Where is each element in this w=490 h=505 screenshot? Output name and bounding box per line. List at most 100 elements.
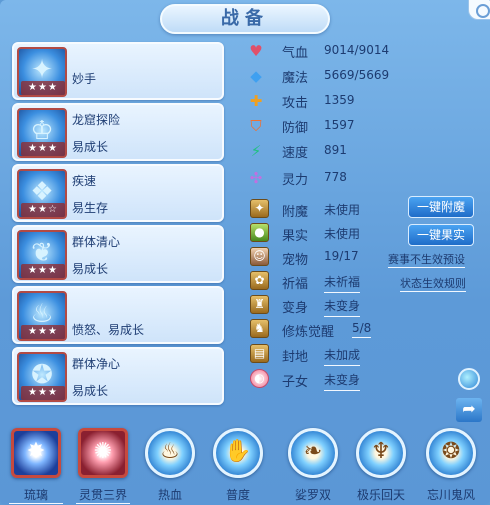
extras-panel: ✦ 附魔 未使用 ● 果实 未使用 ☺ 宠物 19/17 ✿ 祈福 未祈福 ♜ 变身 未变身 ♞ 修炼… <box>246 196 486 398</box>
stat-label: 攻击 <box>282 96 309 111</box>
formation-item[interactable]: ❧ 娑罗双 <box>280 424 346 504</box>
star-rating: ★★★ <box>21 142 65 156</box>
share-icon[interactable]: ➦ <box>456 398 482 422</box>
extra-value: 19/17 <box>324 249 359 263</box>
extra-label: 封地 <box>282 350 309 365</box>
fruit-icon: ● <box>250 223 269 242</box>
extra-row[interactable]: ♜ 变身 未变身 <box>246 294 406 318</box>
skill-name: 群体清心 <box>72 235 121 249</box>
sparkle-icon: ✣ <box>249 169 263 187</box>
formation-name: 琉璃 <box>9 486 63 504</box>
star-rating: ★★★ <box>21 325 65 339</box>
flame-icon: ♨ ★★★ <box>17 291 67 341</box>
extra-row[interactable]: ▤ 封地 未加成 <box>246 343 406 367</box>
guardian-icon: ✪ ★★★ <box>17 352 67 402</box>
skill-card[interactable]: ❖ ★★☆ 疾速 易生存 <box>12 164 224 222</box>
skill-list: ✦ ★★★ 妙手 ♔ ★★★ 龙窟探险 易成长 ❖ ★★☆ 疾速 易生存 ❦ ★★★ 群… <box>12 42 224 412</box>
enchant-icon: ✦ <box>250 199 269 218</box>
pray-icon: ✿ <box>250 271 269 290</box>
formation-item[interactable]: ✋ 普度 <box>205 424 271 504</box>
star-rating: ★★★ <box>21 386 65 400</box>
extra-row[interactable]: ● 果实 未使用 <box>246 222 406 246</box>
extra-row[interactable]: ✿ 祈福 未祈福 <box>246 270 406 294</box>
skill-card[interactable]: ✦ ★★★ 妙手 <box>12 42 224 100</box>
stat-label: 魔法 <box>282 71 309 86</box>
fief-icon: ▤ <box>250 344 269 363</box>
helmet-icon: ♔ ★★★ <box>17 108 67 158</box>
skill-name: 群体净心 <box>72 357 121 371</box>
diamond-icon: ◆ <box>250 67 262 85</box>
dragon-icon: ❦ ★★★ <box>17 230 67 280</box>
extra-label: 祈福 <box>282 277 309 292</box>
formation-icon: ♨ <box>145 428 195 478</box>
stat-value: 891 <box>324 143 347 157</box>
extra-label: 变身 <box>282 301 309 316</box>
skill-card[interactable]: ♨ ★★★ 愤怒、易成长 <box>12 286 224 344</box>
skill-desc: 易成长 <box>72 140 109 154</box>
formation-item[interactable]: ♨ 热血 <box>137 424 203 504</box>
extra-value[interactable]: 5/8 <box>352 321 372 338</box>
star-rating: ★★★ <box>21 264 65 278</box>
skill-card[interactable]: ♔ ★★★ 龙窟探险 易成长 <box>12 103 224 161</box>
formation-icon: ✺ <box>78 428 128 478</box>
title-bar: 战备 <box>0 0 490 38</box>
formation-name: 灵贯三界 <box>76 486 130 504</box>
formation-name: 娑罗双 <box>294 488 331 502</box>
skill-name: 妙手 <box>72 72 97 86</box>
stat-row: ✚ 攻击 1359 <box>246 90 446 112</box>
extra-label: 附魔 <box>282 205 309 220</box>
extra-row[interactable]: ☺ 宠物 19/17 <box>246 246 406 270</box>
extra-label: 果实 <box>282 229 309 244</box>
formation-name: 普度 <box>225 488 250 502</box>
extra-label: 修炼觉醒 <box>282 325 335 340</box>
stat-value: 778 <box>324 170 347 184</box>
beast-icon: ❖ ★★☆ <box>17 169 67 219</box>
shield-icon: ⛉ <box>250 117 262 135</box>
star-rating: ★★★ <box>21 81 65 95</box>
rules-link[interactable]: 状态生效规则 <box>400 275 466 292</box>
formation-icon: ✋ <box>213 428 263 478</box>
stat-row: ⛉ 防御 1597 <box>246 115 446 137</box>
formation-icon: ♆ <box>356 428 406 478</box>
stats-panel: ♥ 气血 9014/9014 ◆ 魔法 5669/5669 ✚ 攻击 1359 ⛉ 防御 159… <box>246 40 446 200</box>
enchant-all-button[interactable]: 一键附魔 <box>408 196 474 218</box>
stat-value: 1597 <box>324 118 355 132</box>
window-frame: 战备 ✦ ★★★ 妙手 ♔ ★★★ 龙窟探险 易成长 ❖ ★★☆ 疾速 易生存 ❦ ★★… <box>0 0 490 505</box>
extra-value[interactable]: 未祈福 <box>324 273 361 293</box>
extra-value[interactable]: 未变身 <box>324 297 361 317</box>
extra-row[interactable]: ◐ 子女 未变身 <box>246 368 406 392</box>
skill-card[interactable]: ❦ ★★★ 群体清心 易成长 <box>12 225 224 283</box>
stat-value: 5669/5669 <box>324 68 390 82</box>
stat-label: 气血 <box>282 46 309 61</box>
formation-item[interactable]: ♆ 极乐回天 <box>348 424 414 504</box>
skill-desc: 易成长 <box>72 262 109 276</box>
skill-desc: 愤怒、易成长 <box>72 323 145 337</box>
formation-icon: ❧ <box>288 428 338 478</box>
skill-name: 疾速 <box>72 174 97 188</box>
stat-row: ◆ 魔法 5669/5669 <box>246 65 446 87</box>
skill-card[interactable]: ✪ ★★★ 群体净心 易成长 <box>12 347 224 405</box>
skill-name: 龙窟探险 <box>72 113 121 127</box>
heart-icon: ♥ <box>249 42 263 60</box>
formation-item[interactable]: ✺ 灵贯三界 <box>70 424 136 504</box>
orb-icon[interactable] <box>458 368 480 390</box>
fruit-all-button[interactable]: 一键果实 <box>408 224 474 246</box>
close-icon[interactable] <box>468 0 490 20</box>
formation-name: 忘川鬼风 <box>426 488 475 502</box>
extra-row[interactable]: ✦ 附魔 未使用 <box>246 198 406 222</box>
stat-label: 灵力 <box>282 173 309 188</box>
extra-value[interactable]: 未变身 <box>324 371 361 391</box>
preset-link[interactable]: 赛事不生效预设 <box>388 251 465 268</box>
extra-row[interactable]: ♞ 修炼觉醒 5/8 <box>246 318 406 342</box>
formation-item[interactable]: ✸ 琉璃 <box>3 424 69 504</box>
formation-item[interactable]: ❂ 忘川鬼风 <box>418 424 484 504</box>
extra-value: 未使用 <box>324 203 361 217</box>
cultivate-icon: ♞ <box>250 319 269 338</box>
child-icon: ◐ <box>250 369 269 388</box>
skill-desc: 易生存 <box>72 201 109 215</box>
stat-row: ♥ 气血 9014/9014 <box>246 40 446 62</box>
extra-value[interactable]: 未加成 <box>324 346 361 366</box>
window-title: 战备 <box>160 4 330 34</box>
formation-icon: ❂ <box>426 428 476 478</box>
stat-value: 1359 <box>324 93 355 107</box>
